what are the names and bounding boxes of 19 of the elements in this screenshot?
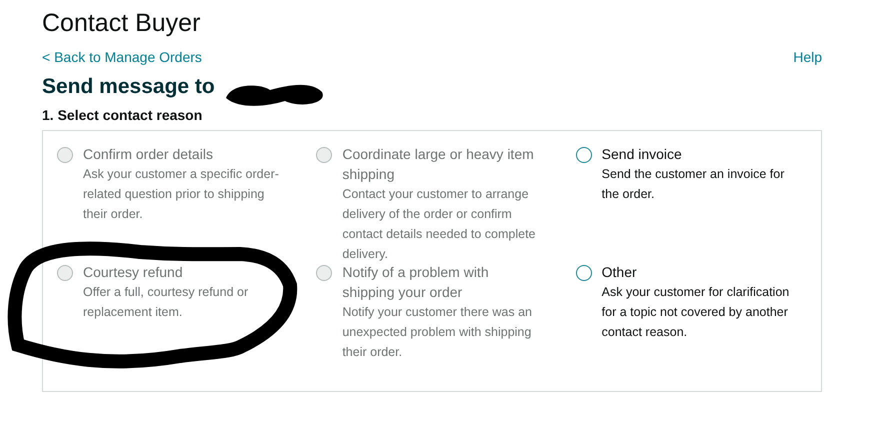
reason-description: Ask your customer for clarification for a topic not covered by another contact reason.: [602, 284, 790, 341]
reason-title: Coordinate large or heavy item shipping: [342, 145, 535, 184]
reason-title: Send invoice: [602, 145, 683, 164]
page-title: Contact Buyer: [42, 8, 200, 39]
radio-button[interactable]: [576, 265, 592, 281]
reason-title: Other: [602, 263, 638, 282]
help-link[interactable]: Help: [793, 48, 822, 66]
reason-description: Offer a full, courtesy refund or replacement item.: [83, 284, 250, 321]
reason-description: Send the customer an invoice for the order.: [602, 166, 786, 203]
step-title: 1. Select contact reason: [42, 106, 202, 125]
reason-title: Courtesy refund: [83, 263, 184, 282]
section-heading: Send message to: [42, 74, 215, 100]
reason-title: Confirm order details: [83, 145, 214, 164]
reason-description: Contact your customer to arrange delivery of the order or confirm contact details needed to complete delivery.: [342, 186, 537, 263]
radio-button[interactable]: [576, 147, 592, 163]
reason-description: Ask your customer a specific order-related question prior to shipping their order.: [83, 166, 280, 223]
reason-description: Notify your customer there was an unexpected problem with shipping their order.: [342, 304, 533, 361]
back-link[interactable]: < Back to Manage Orders: [42, 48, 202, 66]
reason-title: Notify of a problem with shipping your order: [342, 263, 490, 302]
